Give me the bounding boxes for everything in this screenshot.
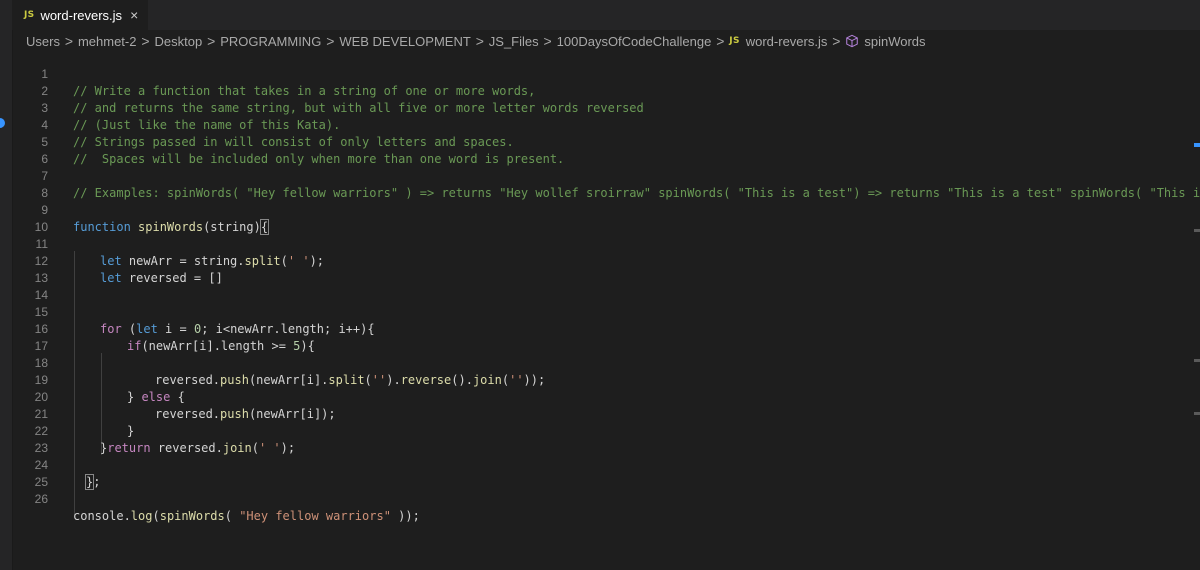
code-line-15[interactable]: 15 for (let i = 0; i<newArr.length; i++)…	[12, 287, 1200, 336]
code-line-12[interactable]: 12 let reversed = []	[12, 236, 1200, 285]
code-line-18[interactable]: 18 reversed.push(newArr[i].split('').rev…	[12, 338, 1200, 387]
javascript-file-icon: JS	[24, 10, 35, 20]
line-number: 26	[34, 492, 48, 506]
code-line-10[interactable]: 10	[12, 202, 1200, 234]
token-string: "Hey fellow warriors"	[239, 509, 391, 523]
code-line-4[interactable]: 4 // Strings passed in will consist of o…	[12, 100, 1200, 149]
code-line-3[interactable]: 3 // (Just like the name of this Kata).	[12, 83, 1200, 132]
token-function: spinWords	[159, 509, 225, 523]
code-line-8[interactable]: 8	[12, 168, 1200, 200]
code-line-11[interactable]: 11 let newArr = string.split(' ');	[12, 219, 1200, 268]
code-line-16[interactable]: 16 if(newArr[i].length >= 5){	[12, 304, 1200, 353]
token-text: console.	[73, 509, 131, 523]
close-icon[interactable]: ×	[130, 7, 138, 23]
token-punctuation: ));	[390, 509, 420, 523]
code-line-13[interactable]: 13	[12, 253, 1200, 285]
code-line-17[interactable]: 17	[12, 321, 1200, 353]
javascript-file-icon: JS	[729, 36, 740, 46]
code-text: console.log(spinWords( "Hey fellow warri…	[73, 508, 420, 525]
scrollbar-marker	[1194, 143, 1200, 147]
code-line-26[interactable]: 26 console.log(spinWords( "Hey fellow wa…	[12, 474, 1200, 523]
scrollbar-marker	[1194, 359, 1200, 362]
code-line-24[interactable]: 24 };	[12, 440, 1200, 490]
code-line-7[interactable]: 7 // Examples: spinWords( "Hey fellow wa…	[12, 151, 1200, 200]
code-line-9[interactable]: 9 function spinWords(string){	[12, 185, 1200, 235]
token-function: log	[130, 509, 153, 523]
code-line-22[interactable]: 22 }return reversed.join(' ');	[12, 406, 1200, 455]
breakpoint-indicator[interactable]	[0, 118, 5, 128]
code-line-5[interactable]: 5 // Spaces will be included only when m…	[12, 117, 1200, 166]
tab-title: word-revers.js	[40, 7, 123, 23]
code-line-25[interactable]: 25	[12, 457, 1200, 489]
tab-word-revers-js[interactable]: JS word-revers.js ×	[12, 0, 148, 30]
token-punctuation: (	[152, 509, 160, 523]
code-line-21[interactable]: 21 }	[12, 389, 1200, 438]
code-editor[interactable]: 1 // Write a function that takes in a st…	[12, 47, 1200, 570]
code-line-1[interactable]: 1 // Write a function that takes in a st…	[12, 49, 1200, 98]
tab-bar: JS word-revers.js ×	[12, 0, 1200, 30]
code-line-14[interactable]: 14	[12, 270, 1200, 302]
scrollbar-marker	[1194, 412, 1200, 415]
token-punctuation: (	[224, 509, 240, 523]
code-line-6[interactable]: 6	[12, 134, 1200, 166]
code-line-2[interactable]: 2 // and returns the same string, but wi…	[12, 66, 1200, 115]
method-cube-icon	[845, 34, 859, 48]
scrollbar-marker	[1194, 229, 1200, 232]
code-line-20[interactable]: 20 reversed.push(newArr[i]);	[12, 372, 1200, 421]
code-line-23[interactable]: 23	[12, 423, 1200, 455]
code-line-19[interactable]: 19 } else {	[12, 355, 1200, 404]
